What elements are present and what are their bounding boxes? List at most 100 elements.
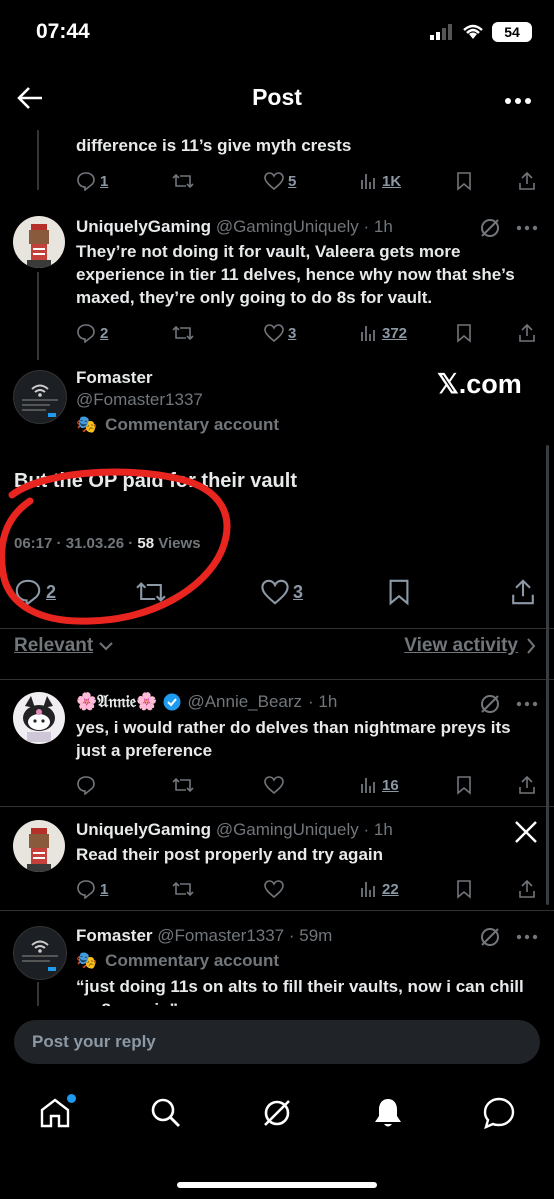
bookmark-button[interactable] <box>456 775 472 795</box>
retweet-icon <box>172 173 194 189</box>
more-options-button[interactable] <box>504 92 532 110</box>
retweet-icon <box>172 325 194 341</box>
grok-icon <box>264 1099 290 1126</box>
source-label[interactable]: 𝕏.com <box>437 369 522 400</box>
views-button[interactable]: 16 <box>360 776 399 794</box>
share-button[interactable] <box>518 323 536 343</box>
share-icon <box>512 579 534 605</box>
author-handle[interactable]: @Fomaster1337 <box>76 390 203 410</box>
bookmark-button[interactable] <box>456 171 472 191</box>
tweet-header: UniquelyGaming @GamingUniquely · 1h <box>76 217 393 237</box>
grok-icon[interactable] <box>479 217 501 239</box>
retweet-button[interactable] <box>172 879 194 899</box>
heart-icon <box>261 579 289 605</box>
avatar[interactable] <box>13 820 65 872</box>
home-indicator <box>177 1182 377 1188</box>
avatar[interactable] <box>13 216 65 268</box>
timestamp: · 59m <box>288 926 333 945</box>
like-button[interactable]: 3 <box>264 324 296 342</box>
bottom-tab-bar <box>0 1080 554 1150</box>
tab-messages[interactable] <box>482 1096 516 1135</box>
avatar-wifi-screenshot-icon <box>22 384 58 417</box>
view-activity-label: View activity <box>404 635 518 656</box>
handle[interactable]: @GamingUniquely <box>216 820 359 839</box>
bookmark-icon <box>457 172 471 191</box>
like-button[interactable]: 3 <box>261 579 303 605</box>
reply-header: 🌸𝔄𝔫𝔫𝔦𝔢🌸 @Annie_Bearz · 1h <box>76 692 337 712</box>
retweet-button[interactable] <box>172 775 194 795</box>
tab-home[interactable] <box>38 1093 77 1135</box>
retweet-button[interactable] <box>172 323 194 343</box>
views-count: 16 <box>382 776 399 794</box>
share-button[interactable] <box>518 775 536 795</box>
display-name[interactable]: 🌸𝔄𝔫𝔫𝔦𝔢🌸 <box>76 692 157 712</box>
divider <box>0 910 554 911</box>
avatar[interactable] <box>13 926 67 980</box>
bookmark-icon <box>457 880 471 899</box>
avatar-wifi-screenshot-icon <box>22 940 58 971</box>
avatar[interactable] <box>13 370 67 424</box>
author-name-bold[interactable]: Fomaster <box>76 368 153 388</box>
relevant-sort-button[interactable]: Relevant <box>14 635 113 657</box>
heart-icon <box>264 776 284 794</box>
like-button[interactable]: 5 <box>264 172 296 190</box>
bookmark-button[interactable] <box>456 323 472 343</box>
like-button[interactable] <box>264 880 284 898</box>
tweet-more-icon[interactable] <box>516 701 538 707</box>
thread-line <box>37 130 39 190</box>
reply-icon <box>77 776 95 795</box>
reply-icon <box>77 880 95 899</box>
handle[interactable]: @Annie_Bearz <box>187 692 302 712</box>
views-count: 1K <box>382 172 402 190</box>
grok-icon[interactable] <box>479 926 501 948</box>
reply-button[interactable]: 2 <box>76 323 108 343</box>
retweet-icon <box>172 777 194 793</box>
chevron-down-icon <box>99 642 113 651</box>
scrollbar[interactable] <box>546 445 549 905</box>
bookmark-button[interactable] <box>456 879 472 899</box>
handle[interactable]: @Fomaster1337 <box>157 926 284 945</box>
divider <box>0 628 554 629</box>
theater-mask-icon: 🎭 <box>76 415 98 434</box>
x-logo-icon[interactable] <box>514 820 538 844</box>
notification-dot <box>67 1093 77 1103</box>
share-button[interactable] <box>518 171 536 191</box>
bell-icon <box>374 1098 401 1126</box>
tweet-text: They’re not doing it for vault, Valeera … <box>76 242 515 307</box>
page-title: Post <box>252 84 302 110</box>
share-icon <box>519 775 535 794</box>
views-icon <box>361 326 375 341</box>
commentary-badge: 🎭 Commentary account <box>76 415 279 434</box>
red-annotation-circle <box>0 468 231 625</box>
retweet-button[interactable] <box>172 171 194 191</box>
reply-button[interactable]: 1 <box>76 171 108 191</box>
share-button[interactable] <box>510 578 536 606</box>
avatar[interactable] <box>13 692 65 744</box>
tweet-more-icon[interactable] <box>516 934 538 940</box>
retweet-icon <box>172 881 194 897</box>
views-button[interactable]: 22 <box>360 880 399 898</box>
handle[interactable]: @GamingUniquely <box>216 217 359 236</box>
views-icon <box>361 174 375 189</box>
views-button[interactable]: 1K <box>360 172 401 190</box>
tweet-more-icon[interactable] <box>516 225 538 231</box>
tab-notifications[interactable] <box>371 1096 405 1135</box>
bookmark-button[interactable] <box>387 578 411 606</box>
view-activity-link[interactable]: View activity <box>404 635 536 657</box>
like-button[interactable] <box>264 776 284 794</box>
chevron-right-icon <box>527 638 536 654</box>
display-name[interactable]: UniquelyGaming <box>76 217 211 236</box>
reply-text: yes, i would rather do delves than night… <box>76 718 511 760</box>
reply-button[interactable] <box>76 775 96 795</box>
display-name[interactable]: Fomaster <box>76 926 153 945</box>
tab-search[interactable] <box>149 1096 183 1135</box>
reply-header: Fomaster @Fomaster1337 · 59m <box>76 926 332 946</box>
share-button[interactable] <box>518 879 536 899</box>
tab-grok[interactable] <box>260 1096 294 1135</box>
reply-input[interactable]: Post your reply <box>14 1020 540 1064</box>
views-button[interactable]: 372 <box>360 324 407 342</box>
reply-actions: 1 22 <box>76 878 536 900</box>
grok-icon[interactable] <box>479 693 501 715</box>
reply-button[interactable]: 1 <box>76 879 108 899</box>
display-name[interactable]: UniquelyGaming <box>76 820 211 839</box>
